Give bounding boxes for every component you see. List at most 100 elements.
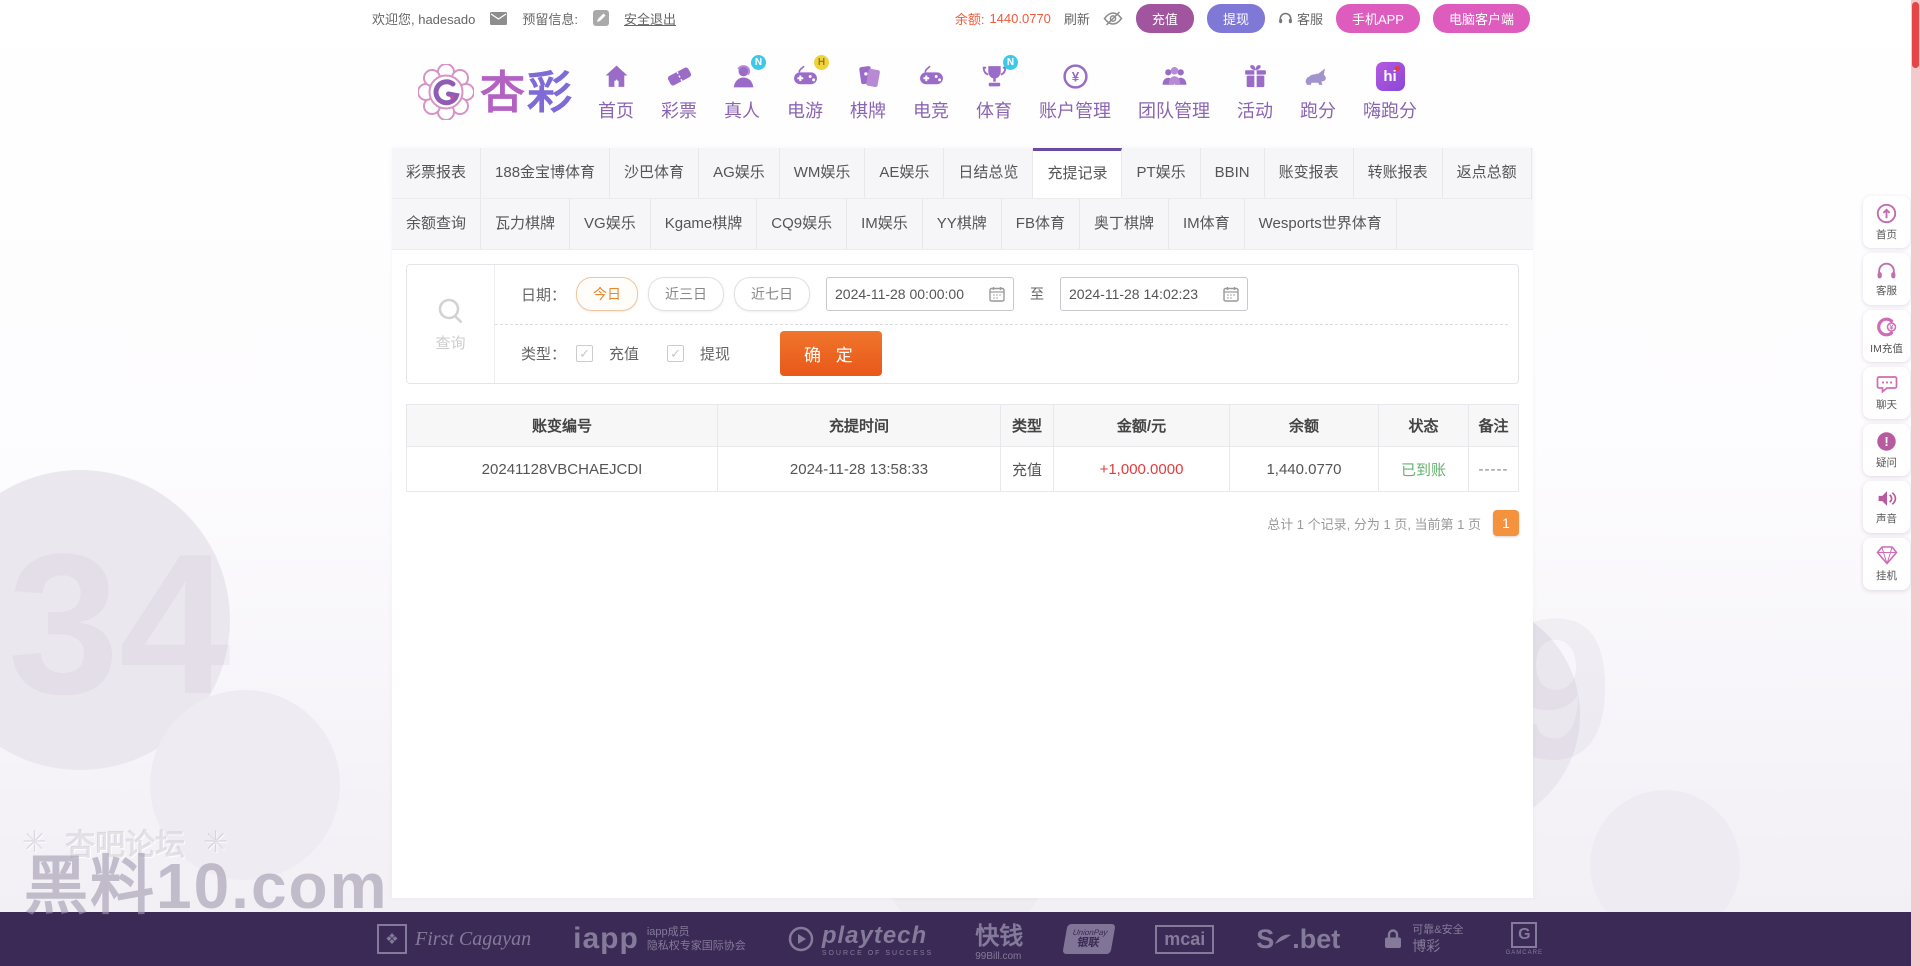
pagination: 总计 1 个记录, 分为 1 页, 当前第 1 页 1 xyxy=(406,510,1519,536)
pc-client-button[interactable]: 电脑客户端 xyxy=(1432,3,1530,33)
withdraw-button[interactable]: 提现 xyxy=(1206,3,1265,33)
range-today-pill[interactable]: 今日 xyxy=(576,277,639,312)
nav-item-paofen[interactable]: 跑分 xyxy=(1300,62,1336,123)
footer-logo-gamcare: G GAMCARE xyxy=(1506,922,1543,956)
date-to-input[interactable]: 2024-11-28 14:02:23 xyxy=(1060,277,1249,312)
to-label: 至 xyxy=(1030,286,1045,303)
deposit-checkbox-label[interactable]: 充值 xyxy=(609,343,639,364)
nav-item-esports[interactable]: 电竞 xyxy=(913,62,949,123)
sbet-swoosh-icon xyxy=(1275,934,1292,944)
hot-badge: H xyxy=(814,54,830,70)
nav-item-account[interactable]: ¥ 账户管理 xyxy=(1039,62,1111,123)
tab-kgame[interactable]: Kgame棋牌 xyxy=(651,199,758,249)
nav-item-lottery[interactable]: 彩票 xyxy=(661,62,697,123)
edit-pencil-icon[interactable] xyxy=(592,10,609,26)
decor-number-left: 34 xyxy=(8,513,231,736)
cards-icon xyxy=(853,62,883,92)
new-badge: N xyxy=(751,54,767,70)
tab-wm[interactable]: WM娱乐 xyxy=(780,148,866,198)
team-icon xyxy=(1159,62,1189,92)
tab-188-sport[interactable]: 188金宝博体育 xyxy=(481,148,611,198)
eye-off-icon[interactable] xyxy=(1103,10,1123,26)
tab-ag[interactable]: AG娱乐 xyxy=(699,148,780,198)
tab-im[interactable]: IM娱乐 xyxy=(847,199,923,249)
nav-item-hi-paofen[interactable]: hi 嗨跑分 xyxy=(1363,62,1417,123)
table-row: 20241128VBCHAEJCDI 2024-11-28 13:58:33 充… xyxy=(406,446,1519,492)
tab-daily-summary[interactable]: 日结总览 xyxy=(944,148,1034,198)
logout-link[interactable]: 安全退出 xyxy=(624,9,676,28)
filter-box: 查询 日期： 今日 近三日 近七日 2024-11-28 00:00:00 至 … xyxy=(406,264,1519,384)
tab-vg[interactable]: VG娱乐 xyxy=(570,199,651,249)
tab-fb-sport[interactable]: FB体育 xyxy=(1002,199,1080,249)
nav-item-team[interactable]: 团队管理 xyxy=(1138,62,1210,123)
floatbar-service[interactable]: 客服 xyxy=(1863,253,1910,305)
tab-wesports[interactable]: Wesports世界体育 xyxy=(1245,199,1397,249)
withdraw-checkbox[interactable]: ✓ xyxy=(667,345,685,363)
nav-item-sports[interactable]: N 体育 xyxy=(976,54,1019,123)
tab-yy[interactable]: YY棋牌 xyxy=(923,199,1002,249)
question-icon: ! xyxy=(1877,431,1896,451)
range-7days-pill[interactable]: 近七日 xyxy=(734,277,811,312)
calendar-icon xyxy=(1223,287,1239,302)
slots-gamepad-icon: H xyxy=(790,54,830,92)
welcome-text: 欢迎您, hadesado xyxy=(372,11,476,27)
page-1-button[interactable]: 1 xyxy=(1493,510,1519,536)
range-3days-pill[interactable]: 近三日 xyxy=(648,277,725,312)
floatbar-im-recharge[interactable]: ¥ IM充值 xyxy=(1863,310,1910,362)
nav-item-promotions[interactable]: 活动 xyxy=(1237,62,1273,123)
message-envelope-icon[interactable] xyxy=(490,11,508,25)
refresh-link[interactable]: 刷新 xyxy=(1064,9,1090,28)
tab-aoding[interactable]: 奥丁棋牌 xyxy=(1080,199,1169,249)
scrollbar-thumb[interactable] xyxy=(1912,2,1919,68)
header-status: 状态 xyxy=(1378,404,1469,447)
nav-item-live[interactable]: N 真人 xyxy=(724,54,767,123)
tab-ae[interactable]: AE娱乐 xyxy=(865,148,945,198)
tab-pt[interactable]: PT娱乐 xyxy=(1122,148,1201,198)
deposit-checkbox[interactable]: ✓ xyxy=(576,345,594,363)
tab-transfer-report[interactable]: 转账报表 xyxy=(1354,148,1443,198)
floatbar-idle[interactable]: 挂机 xyxy=(1863,538,1910,590)
nav-item-egame[interactable]: H 电游 xyxy=(787,54,830,123)
tab-balance-query[interactable]: 余额查询 xyxy=(392,199,482,249)
tab-account-change-report[interactable]: 账变报表 xyxy=(1265,148,1354,198)
customer-service-link[interactable]: 客服 xyxy=(1278,9,1323,28)
balance-value: 1440.0770 xyxy=(989,10,1051,26)
tab-wali[interactable]: 瓦力棋牌 xyxy=(481,199,571,249)
floatbar-sound[interactable]: 声音 xyxy=(1863,481,1910,533)
deposit-button[interactable]: 充值 xyxy=(1135,3,1194,33)
cell-change-id: 20241128VBCHAEJCDI xyxy=(406,446,718,492)
tab-rebate-total[interactable]: 返点总额 xyxy=(1443,148,1532,198)
nav-item-home[interactable]: 首页 xyxy=(598,62,634,123)
scrollbar-track[interactable] xyxy=(1911,0,1920,966)
tab-im-sport[interactable]: IM体育 xyxy=(1169,199,1245,249)
playtech-swirl-icon xyxy=(788,926,814,952)
footer-logo-iapp: iapp iapp成员 隐私权专家国际协会 xyxy=(573,922,746,955)
floatbar-chat[interactable]: 聊天 xyxy=(1863,367,1910,419)
header-time: 充提时间 xyxy=(717,404,1001,447)
query-label: 查询 xyxy=(435,335,466,352)
confirm-button[interactable]: 确 定 xyxy=(780,331,882,377)
date-label: 日期： xyxy=(521,286,567,304)
home-icon xyxy=(601,62,631,92)
withdraw-checkbox-label[interactable]: 提现 xyxy=(700,343,730,364)
brand-logo[interactable]: 杏彩 xyxy=(418,64,574,120)
header-type: 类型 xyxy=(1000,404,1054,447)
ticket-icon xyxy=(664,62,694,92)
cell-balance: 1,440.0770 xyxy=(1229,446,1379,492)
footer-logo-sbet: S .bet xyxy=(1256,923,1341,954)
floatbar-home[interactable]: 首页 xyxy=(1863,196,1910,248)
trophy-icon: N xyxy=(979,54,1019,92)
tab-row-1: 彩票报表 188金宝博体育 沙巴体育 AG娱乐 WM娱乐 AE娱乐 日结总览 充… xyxy=(392,148,1533,199)
svg-text:!: ! xyxy=(1884,434,1888,449)
first-cagayan-seal-icon: ❖ xyxy=(377,924,408,954)
svg-text:¥: ¥ xyxy=(1071,70,1079,85)
date-from-input[interactable]: 2024-11-28 00:00:00 xyxy=(826,277,1015,312)
mobile-app-button[interactable]: 手机APP xyxy=(1335,3,1420,33)
tab-cq9[interactable]: CQ9娱乐 xyxy=(757,199,848,249)
tab-deposit-withdraw-records[interactable]: 充提记录 xyxy=(1033,148,1123,198)
tab-bbin[interactable]: BBIN xyxy=(1201,148,1265,198)
floatbar-question[interactable]: ! 疑问 xyxy=(1863,424,1910,476)
nav-item-board-games[interactable]: 棋牌 xyxy=(850,62,886,123)
tab-shaba-sport[interactable]: 沙巴体育 xyxy=(610,148,700,198)
tab-lottery-report[interactable]: 彩票报表 xyxy=(392,148,482,198)
